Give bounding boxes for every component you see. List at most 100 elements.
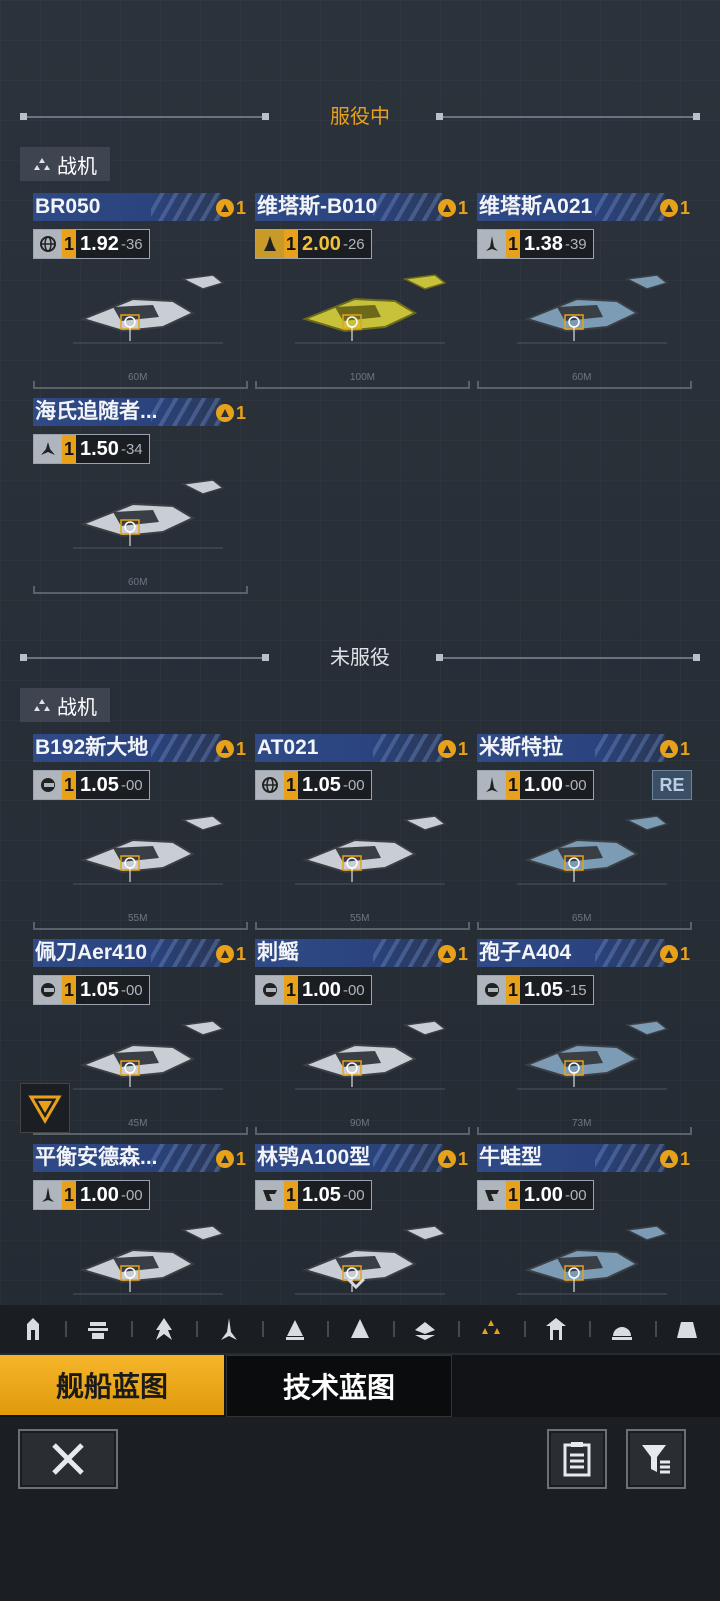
tab-cruiser[interactable] xyxy=(130,1305,196,1353)
shield-icon xyxy=(478,1181,506,1209)
ship-level: 1 xyxy=(62,1181,76,1209)
rank-emblem-icon xyxy=(660,945,678,963)
ship-value-sub: -00 xyxy=(342,1186,365,1204)
ship-scale-label: 73M xyxy=(572,1118,592,1129)
quick-action-button[interactable] xyxy=(20,1083,70,1133)
ship-card[interactable]: 孢子A404 1 1 1.05 -15 73M xyxy=(477,939,692,1137)
gear-icon xyxy=(256,976,284,1004)
tab-bomber[interactable] xyxy=(392,1305,458,1353)
tab-destroyer[interactable] xyxy=(196,1305,261,1353)
rank-emblem-icon xyxy=(438,1150,456,1168)
ship-stats: 1 1.05 -15 xyxy=(477,975,594,1005)
tab-bunker[interactable] xyxy=(654,1305,720,1353)
tab-carrier[interactable] xyxy=(65,1305,130,1353)
rank-value: 1 xyxy=(236,197,247,218)
ship-name: 孢子A404 xyxy=(479,941,572,964)
rank-badge: 1 xyxy=(216,943,248,965)
tab-tech-blueprint[interactable]: 技术蓝图 xyxy=(226,1355,452,1417)
ship-scale-line xyxy=(477,381,692,389)
rocket-icon xyxy=(478,230,506,258)
list-button[interactable] xyxy=(547,1429,607,1489)
fighter-group-icon xyxy=(33,697,51,713)
ship-value-sub: -00 xyxy=(342,981,365,999)
ship-name: B192新大地 xyxy=(35,736,149,759)
close-button[interactable] xyxy=(18,1429,118,1489)
rank-value: 1 xyxy=(680,738,691,759)
category-label-inactive: 战机 xyxy=(20,688,110,722)
ship-card[interactable]: BR050 1 1 1.92 -36 60M xyxy=(33,193,248,391)
ship-scale-line xyxy=(255,1127,470,1135)
ship-card[interactable]: AT021 1 1 1.05 -00 55M xyxy=(255,734,470,932)
filter-icon xyxy=(642,1445,670,1474)
triad-icon xyxy=(34,435,62,463)
ship-value: 1.05 -00 xyxy=(298,1181,371,1209)
tab-gate[interactable] xyxy=(523,1305,589,1353)
tab-fighter[interactable] xyxy=(458,1305,523,1353)
ship-card[interactable]: 林鸮A100型 1 1 1.05 -00 xyxy=(255,1144,470,1295)
tab-station[interactable] xyxy=(0,1305,65,1353)
ship-stats: 1 1.00 -00 xyxy=(255,975,372,1005)
ship-scale-line xyxy=(255,381,470,389)
ship-scale-label: 90M xyxy=(350,1118,370,1129)
triangle-emblem-icon xyxy=(28,1095,62,1124)
ship-stats: 1 2.00 -26 xyxy=(255,229,372,259)
ship-name: 林鸮A100型 xyxy=(257,1146,371,1169)
ship-value-main: 1.50 xyxy=(80,437,119,460)
ship-illustration xyxy=(63,466,233,566)
ship-value-main: 1.38 xyxy=(524,232,563,255)
ship-name: 米斯特拉 xyxy=(479,736,563,759)
rank-value: 1 xyxy=(680,197,691,218)
ship-card[interactable]: 米斯特拉 1 1 1.00 -00 RE 65M xyxy=(477,734,692,932)
ship-card[interactable]: 平衡安德森... 1 1 1.00 -00 xyxy=(33,1144,248,1295)
rank-value: 1 xyxy=(236,1148,247,1169)
ship-card[interactable]: B192新大地 1 1 1.05 -00 55M xyxy=(33,734,248,932)
rank-emblem-icon xyxy=(216,199,234,217)
rank-emblem-icon xyxy=(660,199,678,217)
filter-button[interactable] xyxy=(626,1429,686,1489)
ship-name: 刺鳐 xyxy=(257,941,299,964)
ship-name: AT021 xyxy=(257,736,319,759)
ship-stats: 1 1.00 -00 xyxy=(477,770,594,800)
ship-value-main: 1.00 xyxy=(80,1183,119,1206)
ship-scale-line xyxy=(477,1127,692,1135)
ship-level: 1 xyxy=(62,435,76,463)
bunker-icon xyxy=(677,1322,698,1338)
section-title-inactive: 未服役 xyxy=(330,647,390,669)
ship-value: 1.00 -00 xyxy=(520,1181,593,1209)
scroll-down-chevron-icon[interactable] xyxy=(346,1275,366,1291)
tab-dome[interactable] xyxy=(589,1305,654,1353)
ship-name: 牛蛙型 xyxy=(479,1146,542,1169)
gate-icon xyxy=(546,1318,567,1340)
ship-stats: 1 1.05 -00 xyxy=(33,975,150,1005)
ship-level: 1 xyxy=(62,976,76,1004)
ship-scale-label: 100M xyxy=(350,372,376,383)
ship-illustration xyxy=(63,802,233,902)
ship-scale-label: 45M xyxy=(128,1118,148,1129)
tab-frigate[interactable] xyxy=(261,1305,327,1353)
tab-ship-blueprint[interactable]: 舰船蓝图 xyxy=(0,1355,224,1415)
ship-card[interactable]: 维塔斯A021 1 1 1.38 -39 60M xyxy=(477,193,692,391)
rank-emblem-icon xyxy=(216,945,234,963)
rank-emblem-icon xyxy=(216,740,234,758)
ship-stats: 1 1.50 -34 xyxy=(33,434,150,464)
carrier-icon xyxy=(88,1322,109,1339)
ship-card[interactable]: 维塔斯-B010 1 1 2.00 -26 100M xyxy=(255,193,470,391)
ship-level: 1 xyxy=(506,771,520,799)
rank-value: 1 xyxy=(458,738,469,759)
ship-card[interactable]: 牛蛙型 1 1 1.00 -00 xyxy=(477,1144,692,1295)
ship-card[interactable]: 刺鳐 1 1 1.00 -00 90M xyxy=(255,939,470,1137)
ship-scale-line xyxy=(255,922,470,930)
tab-corvette[interactable] xyxy=(327,1305,392,1353)
ship-value-sub: -15 xyxy=(564,981,587,999)
ship-card[interactable]: 海氏追随者... 1 1 1.50 -34 60M xyxy=(33,398,248,596)
ship-value: 1.92 -36 xyxy=(76,230,149,258)
ship-level: 1 xyxy=(62,771,76,799)
rank-emblem-icon xyxy=(438,740,456,758)
rank-badge: 1 xyxy=(660,1148,692,1170)
rank-badge: 1 xyxy=(216,1148,248,1170)
rank-value: 1 xyxy=(458,197,469,218)
ship-scale-label: 60M xyxy=(128,577,148,588)
ship-illustration xyxy=(63,1007,233,1107)
ship-stats: 1 1.00 -00 xyxy=(477,1180,594,1210)
ship-name: 佩刀Aer410 xyxy=(35,941,148,964)
